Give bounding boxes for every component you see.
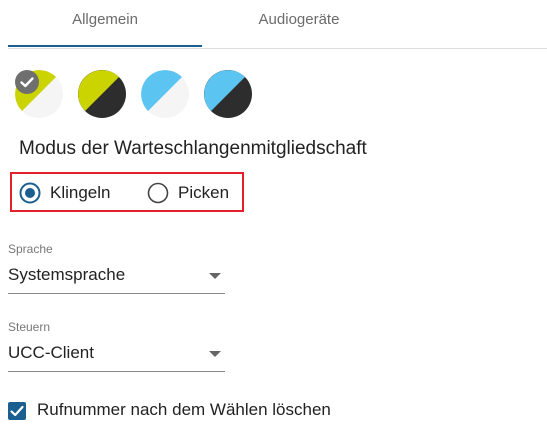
radio-klingeln[interactable]: Klingeln: [19, 182, 129, 204]
theme-swatch-blue-dark[interactable]: [204, 70, 252, 118]
tab-allgemein[interactable]: Allgemein: [8, 0, 202, 48]
selected-check-icon: [15, 70, 39, 94]
tab-bar: Allgemein Audiogeräte: [0, 0, 547, 50]
control-label: Steuern: [8, 320, 51, 334]
radio-unchecked-icon: [147, 182, 169, 204]
active-tab-indicator: [8, 45, 202, 47]
checkmark-icon: [10, 405, 24, 417]
theme-swatch-graphic: [204, 70, 252, 118]
clear-number-row: Rufnummer nach dem Wählen löschen: [8, 400, 408, 422]
control-select[interactable]: UCC-Client: [8, 343, 225, 372]
radio-picken[interactable]: Picken: [147, 182, 242, 204]
dropdown-arrow-icon: [209, 351, 221, 357]
tab-audiogeraete[interactable]: Audiogeräte: [202, 0, 396, 48]
clear-number-label: Rufnummer nach dem Wählen löschen: [37, 400, 331, 419]
language-select[interactable]: Systemsprache: [8, 265, 225, 294]
tab-divider: [8, 48, 547, 49]
language-label: Sprache: [8, 242, 53, 256]
clear-number-checkbox[interactable]: [8, 402, 26, 420]
radio-klingeln-label: Klingeln: [50, 183, 111, 202]
dropdown-arrow-icon: [209, 273, 221, 279]
queue-mode-title: Modus der Warteschlangenmitgliedschaft: [19, 138, 367, 159]
theme-swatch-graphic: [141, 70, 189, 118]
radio-checked-icon: [19, 182, 41, 204]
theme-swatch-blue-white[interactable]: [141, 70, 189, 118]
radio-picken-label: Picken: [178, 183, 230, 202]
theme-swatch-graphic: [78, 70, 126, 118]
theme-swatch-lime-dark[interactable]: [78, 70, 126, 118]
language-value: Systemsprache: [8, 265, 126, 284]
theme-swatch-lime-white[interactable]: [15, 70, 63, 118]
control-value: UCC-Client: [8, 343, 94, 362]
